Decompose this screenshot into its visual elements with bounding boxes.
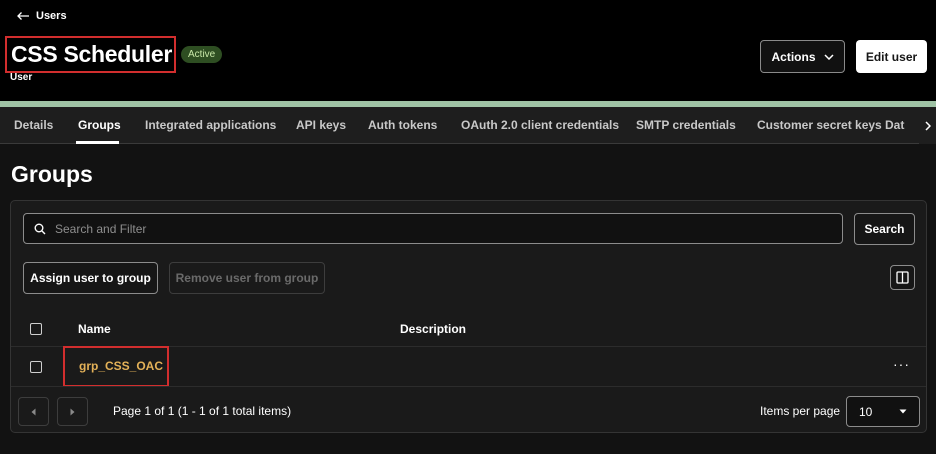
page-subtitle: User xyxy=(10,72,33,83)
page-title: CSS Scheduler xyxy=(11,41,172,67)
column-header-name[interactable]: Name xyxy=(78,322,111,336)
tab-integrated-applications[interactable]: Integrated applications xyxy=(145,107,276,144)
tab-auth-tokens[interactable]: Auth tokens xyxy=(368,107,437,144)
group-name-link[interactable]: grp_CSS_OAC xyxy=(79,359,163,373)
items-per-page-value: 10 xyxy=(859,404,873,419)
actions-button-label: Actions xyxy=(771,49,816,64)
remove-user-from-group-button[interactable]: Remove user from group xyxy=(169,262,325,294)
back-link-users[interactable]: Users xyxy=(16,10,67,22)
search-icon xyxy=(34,223,46,234)
page-info: Page 1 of 1 (1 - 1 of 1 total items) xyxy=(113,404,292,418)
row-checkbox[interactable] xyxy=(30,361,42,373)
back-link-label: Users xyxy=(36,10,67,22)
active-tab-indicator xyxy=(76,141,119,144)
search-field[interactable] xyxy=(23,213,843,244)
tab-smtp-credentials[interactable]: SMTP credentials xyxy=(636,107,736,144)
tab-details[interactable]: Details xyxy=(14,107,53,144)
items-per-page-label: Items per page xyxy=(760,404,841,418)
actions-button[interactable]: Actions xyxy=(760,40,845,73)
columns-icon xyxy=(896,271,909,284)
assign-user-to-group-button[interactable]: Assign user to group xyxy=(23,262,158,294)
section-heading: Groups xyxy=(11,161,93,187)
tab-customer-secret-keys[interactable]: Customer secret keys xyxy=(757,107,882,144)
row-divider xyxy=(11,386,926,387)
row-actions-menu[interactable]: ··· xyxy=(893,356,910,372)
items-per-page-select[interactable]: 10 xyxy=(846,396,920,427)
caret-left-icon xyxy=(31,408,36,415)
search-input[interactable] xyxy=(55,221,835,236)
select-all-checkbox[interactable] xyxy=(30,323,42,335)
previous-page-button[interactable] xyxy=(18,397,49,426)
edit-user-button[interactable]: Edit user xyxy=(856,40,927,73)
column-header-description: Description xyxy=(400,322,467,336)
column-settings-button[interactable] xyxy=(890,265,915,290)
status-badge: Active xyxy=(181,46,223,63)
tab-groups[interactable]: Groups xyxy=(78,107,121,144)
search-button[interactable]: Search xyxy=(854,213,915,245)
caret-right-icon xyxy=(70,408,75,415)
arrow-left-icon xyxy=(17,12,29,20)
chevron-down-icon xyxy=(823,53,834,60)
tab-oauth-client-credentials[interactable]: OAuth 2.0 client credentials xyxy=(461,107,619,144)
next-page-button[interactable] xyxy=(57,397,88,426)
chevron-right-icon xyxy=(924,120,931,131)
tab-scroll-right[interactable] xyxy=(919,107,936,144)
tab-api-keys[interactable]: API keys xyxy=(296,107,346,144)
tab-truncated[interactable]: Dat xyxy=(885,107,904,144)
caret-down-icon xyxy=(899,409,907,414)
